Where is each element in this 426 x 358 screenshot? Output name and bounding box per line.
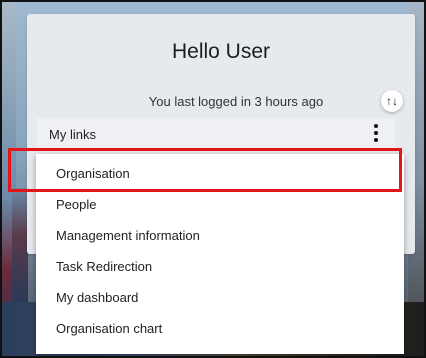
menu-item-my-dashboard[interactable]: My dashboard — [36, 282, 404, 313]
greeting-title: Hello User — [171, 40, 271, 63]
background-photo-left — [12, 188, 28, 308]
kebab-menu-icon[interactable] — [371, 122, 381, 144]
menu-item-management-information[interactable]: Management information — [36, 220, 404, 251]
highlight-annotation-box — [8, 148, 402, 192]
screenshot-frame: Hello User You last logged in 3 hours ag… — [0, 0, 426, 358]
menu-item-organisation-chart[interactable]: Organisation chart — [36, 313, 404, 344]
menu-item-task-redirection[interactable]: Task Redirection — [36, 251, 404, 282]
menu-item-people[interactable]: People — [36, 189, 404, 220]
my-links-bar[interactable]: My links — [37, 118, 395, 148]
my-links-label: My links — [49, 127, 96, 142]
last-login-text: You last logged in 3 hours ago — [148, 94, 324, 109]
sort-icon[interactable]: ↑↓ — [381, 90, 403, 112]
